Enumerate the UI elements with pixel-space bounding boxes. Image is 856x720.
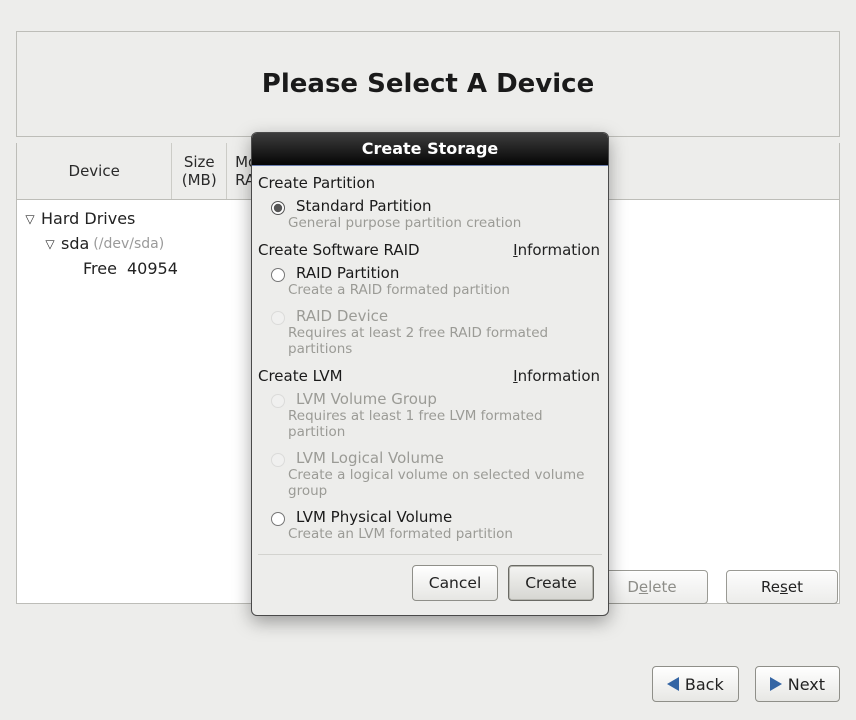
col-size-line1: Size: [184, 153, 215, 171]
arrow-right-icon: [770, 677, 782, 691]
dialog-actions: Cancel Create: [258, 565, 602, 613]
chevron-down-icon: ▽: [23, 212, 37, 226]
option-lvm-vg: LVM Volume Group: [258, 387, 602, 408]
option-standard-partition[interactable]: Standard Partition: [258, 194, 602, 215]
option-raid-partition[interactable]: RAID Partition: [258, 261, 602, 282]
desc-standard-partition: General purpose partition creation: [258, 215, 602, 237]
lvm-information-link[interactable]: Information: [513, 367, 600, 385]
create-button[interactable]: Create: [508, 565, 594, 601]
option-lvm-pv[interactable]: LVM Physical Volume: [258, 505, 602, 526]
radio-raid-device: [271, 311, 285, 325]
create-storage-dialog: Create Storage Create Partition Standard…: [251, 132, 609, 616]
col-device[interactable]: Device: [17, 143, 172, 199]
free-size: 40954: [127, 259, 178, 278]
tree-label: Free: [83, 259, 117, 278]
dialog-body: Create Partition Standard Partition Gene…: [252, 166, 608, 615]
desc-raid-partition: Create a RAID formated partition: [258, 282, 602, 304]
nav-row: Back Next: [652, 666, 840, 702]
reset-button[interactable]: Reset: [726, 570, 838, 604]
col-size-line2: (MB): [182, 171, 217, 189]
section-create-partition: Create Partition: [258, 170, 602, 194]
option-lvm-lv: LVM Logical Volume: [258, 446, 602, 467]
radio-lvm-pv[interactable]: [271, 512, 285, 526]
tree-label: sda: [61, 234, 89, 253]
header-box: Please Select A Device: [16, 31, 840, 137]
radio-standard-partition[interactable]: [271, 201, 285, 215]
section-create-raid: Create Software RAID Information: [258, 237, 602, 261]
arrow-left-icon: [667, 677, 679, 691]
desc-lvm-lv: Create a logical volume on selected volu…: [258, 467, 602, 505]
desc-raid-device: Requires at least 2 free RAID formated p…: [258, 325, 602, 363]
raid-information-link[interactable]: Information: [513, 241, 600, 259]
desc-lvm-pv: Create an LVM formated partition: [258, 526, 602, 548]
dialog-title: Create Storage: [252, 133, 608, 166]
radio-raid-partition[interactable]: [271, 268, 285, 282]
delete-button[interactable]: Delete: [596, 570, 708, 604]
section-create-lvm: Create LVM Information: [258, 363, 602, 387]
page-title: Please Select A Device: [262, 69, 594, 99]
tree-label: Hard Drives: [41, 209, 135, 228]
radio-lvm-vg: [271, 394, 285, 408]
dialog-separator: [258, 554, 602, 555]
next-button[interactable]: Next: [755, 666, 840, 702]
radio-lvm-lv: [271, 453, 285, 467]
cancel-button[interactable]: Cancel: [412, 565, 498, 601]
back-button[interactable]: Back: [652, 666, 739, 702]
device-path: (/dev/sda): [93, 236, 164, 252]
desc-lvm-vg: Requires at least 1 free LVM formated pa…: [258, 408, 602, 446]
chevron-down-icon: ▽: [43, 237, 57, 251]
option-raid-device: RAID Device: [258, 304, 602, 325]
col-size[interactable]: Size (MB): [172, 143, 227, 199]
